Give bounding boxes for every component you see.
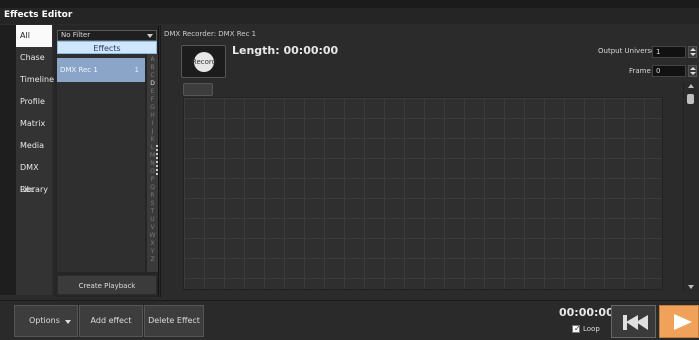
frame-input[interactable]: 0 <box>652 65 686 77</box>
chevron-down-icon <box>65 320 71 324</box>
nav-item-matrix[interactable]: Matrix <box>16 113 52 135</box>
dropdown-arrow-icon <box>147 34 153 38</box>
record-button[interactable]: Record <box>181 45 226 78</box>
loop-checkbox[interactable]: ✓ <box>572 324 581 333</box>
effect-item[interactable]: DMX Rec 1 1 <box>57 58 145 82</box>
rewind-icon <box>636 315 648 330</box>
alphabet-letter-e[interactable]: E <box>147 88 158 96</box>
delete-effect-button[interactable]: Delete Effect <box>144 305 204 337</box>
alphabet-letter-g[interactable]: G <box>147 104 158 112</box>
nav-item-timeline[interactable]: Timeline <box>16 69 54 91</box>
recorder-title: DMX Recorder: DMX Rec 1 <box>164 30 257 38</box>
nav-item-library[interactable]: Library <box>16 179 52 201</box>
nav-item-profile[interactable]: Profile <box>16 91 52 113</box>
effect-name: DMX Rec 1 <box>60 66 98 74</box>
create-playback-button[interactable]: Create Playback <box>57 275 157 295</box>
check-icon: ✓ <box>574 324 581 333</box>
alphabet-letter-i[interactable]: I <box>147 120 158 128</box>
nav-item-all[interactable]: All <box>16 25 52 47</box>
effect-count: 1 <box>134 66 139 74</box>
alphabet-letter-b[interactable]: B <box>147 64 158 72</box>
scroll-down-icon[interactable] <box>688 285 694 289</box>
effects-header[interactable]: Effects <box>57 41 157 54</box>
alphabet-letter-a[interactable]: A <box>147 56 158 64</box>
nav-item-chase[interactable]: Chase <box>16 47 52 69</box>
alphabet-letter-d[interactable]: D <box>147 80 158 88</box>
output-universe-input[interactable]: 1 <box>652 46 686 58</box>
spin-up-icon <box>690 48 696 51</box>
alphabet-letter-u[interactable]: U <box>147 216 158 224</box>
spin-down-icon <box>690 53 696 56</box>
alphabet-letter-c[interactable]: C <box>147 72 158 80</box>
play-icon <box>674 314 692 330</box>
loop-label: Loop <box>583 325 600 333</box>
alphabet-letter-q[interactable]: Q <box>147 184 158 192</box>
time-display: 00:00:00 <box>559 306 614 319</box>
alphabet-letter-f[interactable]: F <box>147 96 158 104</box>
frame-spinner[interactable] <box>688 65 697 77</box>
filter-dropdown[interactable]: No Filter <box>57 30 157 41</box>
scroll-thumb[interactable] <box>687 94 694 104</box>
output-universe-label: Output Universe <box>598 47 656 55</box>
spin-down-icon <box>690 72 696 75</box>
alphabet-letter-k[interactable]: K <box>147 136 158 144</box>
left-strip <box>0 25 16 295</box>
rewind-button[interactable] <box>611 305 656 338</box>
alphabet-letter-y[interactable]: Y <box>147 248 158 256</box>
filter-value: No Filter <box>61 31 91 39</box>
alphabet-letter-z[interactable]: Z <box>147 256 158 264</box>
spin-up-icon <box>690 67 696 70</box>
title-tab <box>0 8 699 24</box>
title-bar <box>0 0 699 8</box>
play-button[interactable] <box>659 305 699 338</box>
length-label: Length: 00:00:00 <box>232 44 339 57</box>
frame-label: Frame <box>629 67 651 75</box>
alphabet-letter-t[interactable]: T <box>147 208 158 216</box>
recording-grid[interactable] <box>183 97 663 290</box>
nav-item-media[interactable]: Media <box>16 135 52 157</box>
alphabet-letter-j[interactable]: J <box>147 128 158 136</box>
options-label: Options <box>29 316 60 325</box>
timeline-toggle-button[interactable] <box>183 83 213 96</box>
record-label: Record <box>191 58 217 66</box>
alphabet-letter-w[interactable]: W <box>147 232 158 240</box>
window-title: Effects Editor <box>4 10 73 20</box>
alphabet-letter-s[interactable]: S <box>147 200 158 208</box>
side-nav: All Chase Timeline Profile Matrix Media … <box>16 25 54 295</box>
alphabet-letter-x[interactable]: X <box>147 240 158 248</box>
add-effect-button[interactable]: Add effect <box>79 305 143 337</box>
alphabet-letter-v[interactable]: V <box>147 224 158 232</box>
options-button[interactable]: Options <box>14 305 78 337</box>
alphabet-letter-r[interactable]: R <box>147 192 158 200</box>
scroll-up-icon[interactable] <box>688 84 694 88</box>
nav-item-dmx-rec[interactable]: DMX Rec <box>16 157 52 194</box>
output-universe-spinner[interactable] <box>688 46 697 58</box>
effects-list <box>57 54 145 272</box>
alphabet-letter-h[interactable]: H <box>147 112 158 120</box>
vertical-scrollbar[interactable] <box>683 82 699 292</box>
alphabet-letter-p[interactable]: P <box>147 176 158 184</box>
